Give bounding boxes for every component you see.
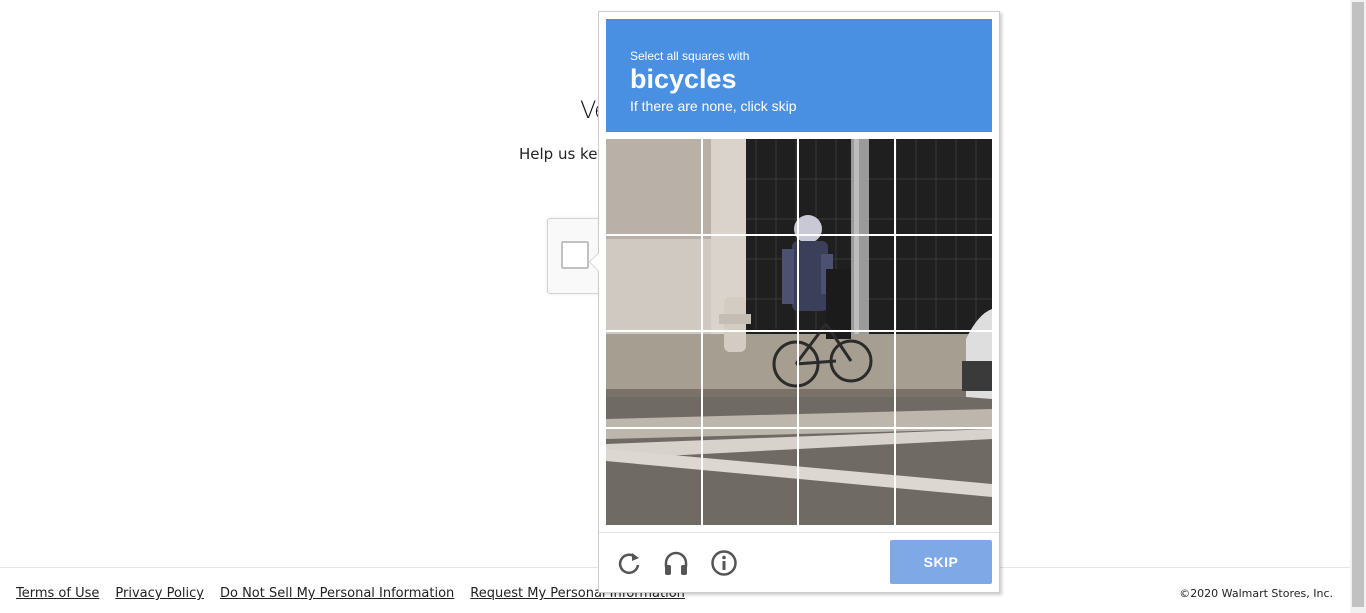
captcha-challenge-popup: Select all squares with bicycles If ther… [589,11,1000,593]
grid-tile[interactable] [606,332,703,429]
grid-tile[interactable] [799,428,896,525]
prompt-instruction: Select all squares with [630,49,750,63]
grid-tile[interactable] [895,332,992,429]
scrollbar[interactable] [1350,0,1366,613]
skip-button[interactable]: SKIP [890,540,992,584]
audio-icon[interactable] [662,549,690,577]
page-subtitle: Help us kee [519,145,607,163]
footer-link-terms[interactable]: Terms of Use [16,586,99,601]
tile-grid [606,139,992,525]
scrollbar-thumb[interactable] [1352,2,1364,607]
grid-tile[interactable] [606,235,703,332]
footer-links: Terms of Use Privacy Policy Do Not Sell … [16,586,685,601]
grid-tile[interactable] [703,428,799,525]
challenge-prompt: Select all squares with bicycles If ther… [606,19,992,132]
info-icon[interactable] [710,549,738,577]
grid-tile[interactable] [895,236,992,332]
grid-tile[interactable] [702,332,799,429]
footer-link-do-not-sell[interactable]: Do Not Sell My Personal Information [220,586,454,601]
controls-divider [599,532,999,533]
prompt-hint: If there are none, click skip [630,98,797,114]
grid-tile[interactable] [702,139,799,236]
popup-pointer [589,252,599,272]
grid-tile[interactable] [606,139,703,236]
grid-tile[interactable] [606,428,703,525]
grid-tile[interactable] [702,235,799,332]
grid-tile[interactable] [896,429,993,526]
footer-link-privacy[interactable]: Privacy Policy [115,586,204,601]
copyright-text: ©2020 Walmart Stores, Inc. [1179,587,1333,600]
prompt-target-keyword: bicycles [630,64,737,94]
captcha-checkbox[interactable] [561,241,589,269]
grid-tile[interactable] [799,235,896,332]
grid-tile[interactable] [799,139,896,236]
reload-icon[interactable] [615,549,643,577]
grid-tile[interactable] [799,332,896,429]
grid-tile[interactable] [895,139,992,236]
challenge-image-grid [606,139,992,525]
